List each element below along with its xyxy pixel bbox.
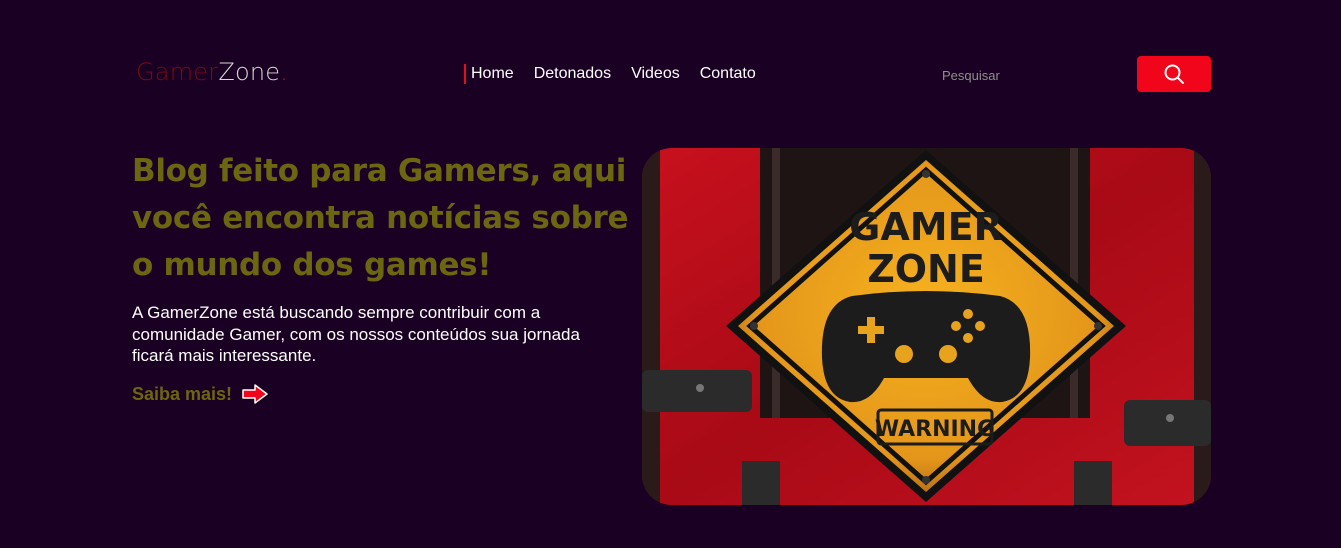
search-input[interactable] <box>940 62 1124 88</box>
sign-warning-text: WARNING <box>875 417 995 442</box>
search-icon <box>1164 64 1184 84</box>
nav-link-videos[interactable]: Videos <box>631 64 680 84</box>
hero-image: GAMER ZONE WARNING <box>642 148 1211 505</box>
main-nav: Home Detonados Videos Contato <box>464 64 756 84</box>
logo-dot: . <box>280 58 289 86</box>
nav-link-detonados[interactable]: Detonados <box>534 64 611 84</box>
logo[interactable]: GamerZone. <box>136 58 288 86</box>
sign-zone-text: ZONE <box>867 247 985 291</box>
hero-headline: Blog feito para Gamers, aqui você encont… <box>132 153 629 283</box>
hero-intro: A GamerZone está buscando sempre contrib… <box>132 303 580 365</box>
saiba-mais-link[interactable]: Saiba mais! <box>132 383 269 405</box>
logo-part-gamer: Gamer <box>136 58 219 86</box>
saiba-mais-label: Saiba mais! <box>132 383 233 404</box>
gamer-zone-sign-image: GAMER ZONE WARNING <box>642 148 1211 505</box>
nav-link-contato[interactable]: Contato <box>700 64 756 84</box>
nav-link-home[interactable]: Home <box>464 64 514 84</box>
logo-part-zone: Zone <box>218 58 281 86</box>
arrow-right-icon <box>242 384 268 404</box>
search-button[interactable] <box>1137 56 1211 92</box>
sign-gamer-text: GAMER <box>849 205 1003 249</box>
